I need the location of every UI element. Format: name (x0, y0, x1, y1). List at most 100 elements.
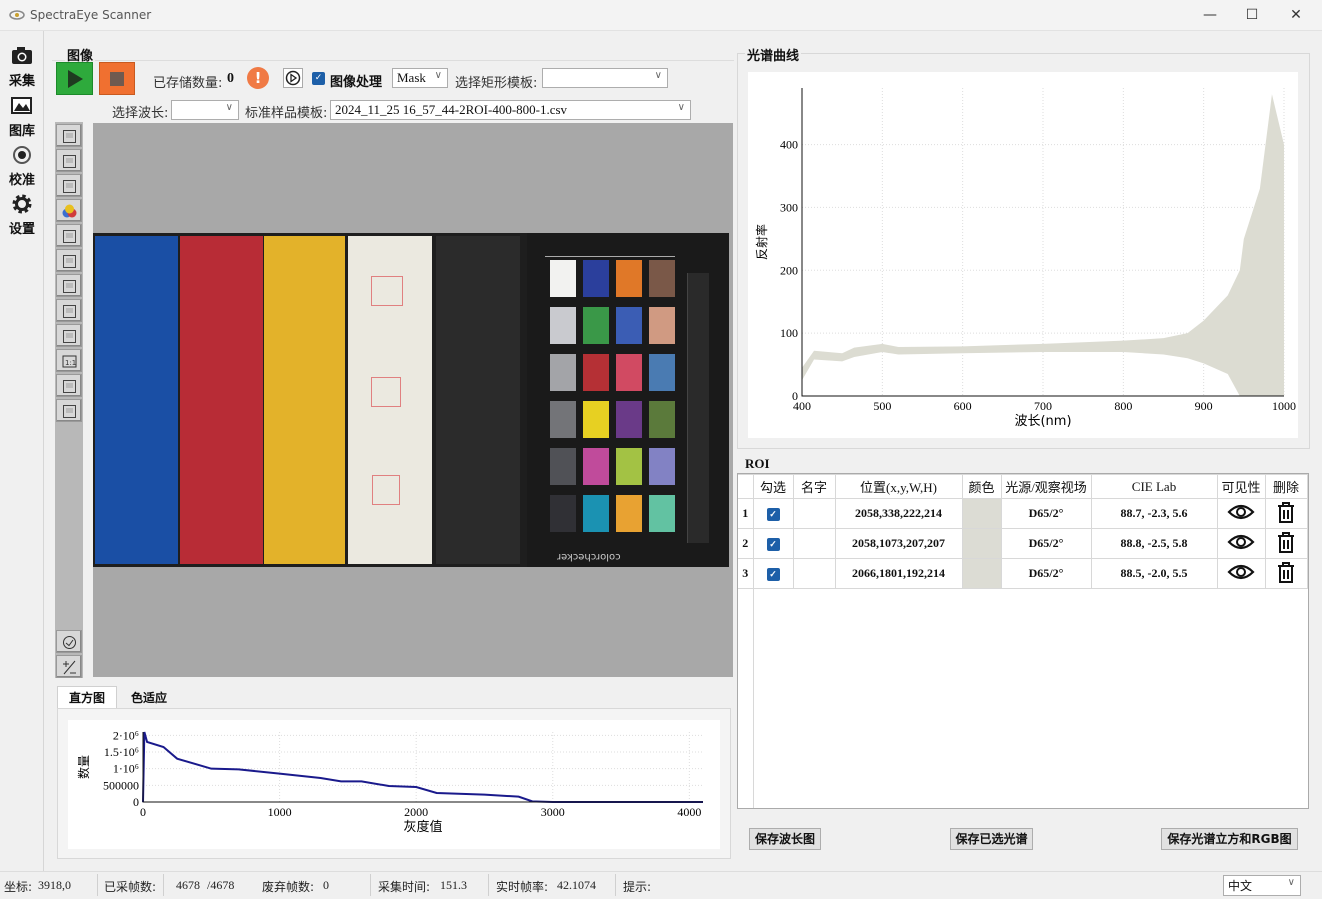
toolbar-button[interactable] (56, 249, 82, 272)
frames-total: /4678 (207, 878, 235, 892)
toolbar-button[interactable] (56, 149, 82, 172)
camera-icon (12, 47, 32, 64)
col-visibility[interactable]: 可见性 (1216, 474, 1266, 499)
visibility-toggle[interactable] (1216, 498, 1266, 529)
roi-row[interactable]: 3 ✓ 2066,1801,192,214 D65/2° 88.5, -2.0,… (738, 558, 1308, 589)
col-illuminant[interactable]: 光源/观察视场 (1000, 474, 1092, 499)
y-tick-label: 1.5·10⁶ (104, 745, 139, 759)
palette-icon (63, 255, 76, 268)
save-cube-rgb-button[interactable]: 保存光谱立方和RGB图 (1161, 828, 1298, 850)
col-name[interactable]: 名字 (792, 474, 836, 499)
play-circle-icon (285, 70, 301, 86)
chart-background (68, 720, 720, 849)
checker-patch (616, 354, 642, 391)
roi-box-1[interactable] (371, 276, 403, 306)
sample-strip (264, 236, 345, 564)
roi-table: 勾选 名字 位置(x,y,W,H) 颜色 光源/观察视场 CIE Lab 可见性… (738, 474, 1308, 589)
roi-row[interactable]: 1 ✓ 2058,338,222,214 D65/2° 88.7, -2.3, … (738, 498, 1308, 529)
roi-box-2[interactable] (371, 377, 401, 407)
minimize-icon[interactable]: — (1190, 4, 1230, 26)
delete-button[interactable] (1264, 558, 1308, 589)
roi-box-3[interactable] (372, 475, 400, 505)
col-delete[interactable]: 删除 (1264, 474, 1308, 499)
checkbox-checked-icon: ✓ (766, 568, 780, 581)
close-icon[interactable]: ✕ (1276, 4, 1316, 26)
delete-button[interactable] (1264, 498, 1308, 529)
coord-value: 3918,0 (38, 878, 71, 892)
nav-calibrate[interactable]: 校准 (0, 142, 44, 190)
sample-strip (95, 236, 178, 564)
roi-lab: 88.7, -2.3, 5.6 (1090, 498, 1218, 529)
gear-icon (12, 194, 32, 214)
toolbar-button[interactable] (56, 630, 82, 653)
y-axis-label: 数量 (76, 755, 91, 779)
toolbar-button[interactable] (56, 374, 82, 397)
checker-patch (649, 401, 675, 438)
toolbar-button[interactable] (56, 324, 82, 347)
roi-name[interactable] (792, 558, 836, 589)
nav-capture[interactable]: 采集 (0, 43, 44, 91)
stop-button[interactable] (99, 62, 135, 95)
image-processing-checkbox[interactable]: ✓ (312, 72, 325, 85)
nav-settings[interactable]: 设置 (0, 191, 44, 239)
roi-name[interactable] (792, 498, 836, 529)
roi-checkbox[interactable]: ✓ (752, 498, 794, 529)
roi-row[interactable]: 2 ✓ 2058,1073,207,207 D65/2° 88.8, -2.5,… (738, 528, 1308, 559)
x-tick-label: 3000 (541, 805, 565, 819)
divider (0, 871, 1322, 872)
toolbar-button[interactable]: 1:1 (56, 349, 82, 372)
spectrum-panel-title: 光谱曲线 (745, 45, 802, 64)
single-shot-button[interactable] (283, 68, 303, 88)
language-select[interactable]: 中文 ∨ (1223, 875, 1301, 896)
stored-count-label: 已存储数量: (153, 76, 223, 91)
nav-gallery[interactable]: 图库 (0, 93, 44, 141)
visibility-toggle[interactable] (1216, 558, 1266, 589)
trash-icon (1278, 531, 1294, 553)
mask-value: Mask (397, 70, 426, 85)
y-tick-label: 200 (780, 263, 798, 277)
col-check[interactable]: 勾选 (752, 474, 794, 499)
checker-patch (583, 260, 609, 297)
play-icon (68, 70, 83, 88)
tab-chromatic-adaptation[interactable]: 色适应 (118, 688, 180, 709)
toolbar-button[interactable] (56, 399, 82, 422)
svg-text:1:1: 1:1 (65, 359, 76, 367)
captured-image: colorchecker (93, 233, 729, 567)
divider (163, 874, 164, 896)
monitor-icon (63, 155, 76, 168)
toolbar-button[interactable] (56, 224, 82, 247)
save-wavelength-image-button[interactable]: 保存波长图 (749, 828, 821, 850)
tab-histogram[interactable]: 直方图 (57, 686, 117, 709)
checker-brand: colorchecker (557, 551, 621, 562)
toolbar-button[interactable] (56, 274, 82, 297)
rect-template-select[interactable]: ∨ (542, 68, 668, 88)
col-lab[interactable]: CIE Lab (1090, 474, 1218, 499)
roi-position: 2058,338,222,214 (834, 498, 963, 529)
alert-icon[interactable]: ! (247, 67, 269, 89)
roi-checkbox[interactable]: ✓ (752, 558, 794, 589)
roi-name[interactable] (792, 528, 836, 559)
y-tick-label: 300 (780, 200, 798, 214)
wavelength-select[interactable]: ∨ (171, 100, 239, 120)
roi-color-swatch (961, 558, 1002, 589)
zoom-in-out-icon (63, 305, 76, 318)
toolbar-button[interactable] (56, 124, 82, 147)
chevron-down-icon: ∨ (677, 102, 685, 113)
col-color[interactable]: 颜色 (961, 474, 1002, 499)
play-button[interactable] (56, 62, 93, 95)
toolbar-button[interactable] (56, 174, 82, 197)
visibility-toggle[interactable] (1216, 528, 1266, 559)
toolbar-button[interactable] (56, 299, 82, 322)
image-viewer[interactable]: colorchecker (93, 123, 733, 677)
delete-button[interactable] (1264, 528, 1308, 559)
save-selected-spectra-button[interactable]: 保存已选光谱 (950, 828, 1033, 850)
standard-template-select[interactable]: 2024_11_25 16_57_44-2ROI-400-800-1.csv ∨ (330, 100, 691, 120)
roi-checkbox[interactable]: ✓ (752, 528, 794, 559)
mask-select[interactable]: Mask ∨ (392, 68, 448, 88)
col-position[interactable]: 位置(x,y,W,H) (834, 474, 963, 499)
toolbar-button[interactable] (56, 655, 82, 678)
maximize-icon[interactable]: ☐ (1232, 4, 1272, 26)
eye-icon (1227, 564, 1255, 579)
toolbar-button[interactable] (56, 199, 82, 222)
y-tick-label: 0 (792, 389, 798, 403)
